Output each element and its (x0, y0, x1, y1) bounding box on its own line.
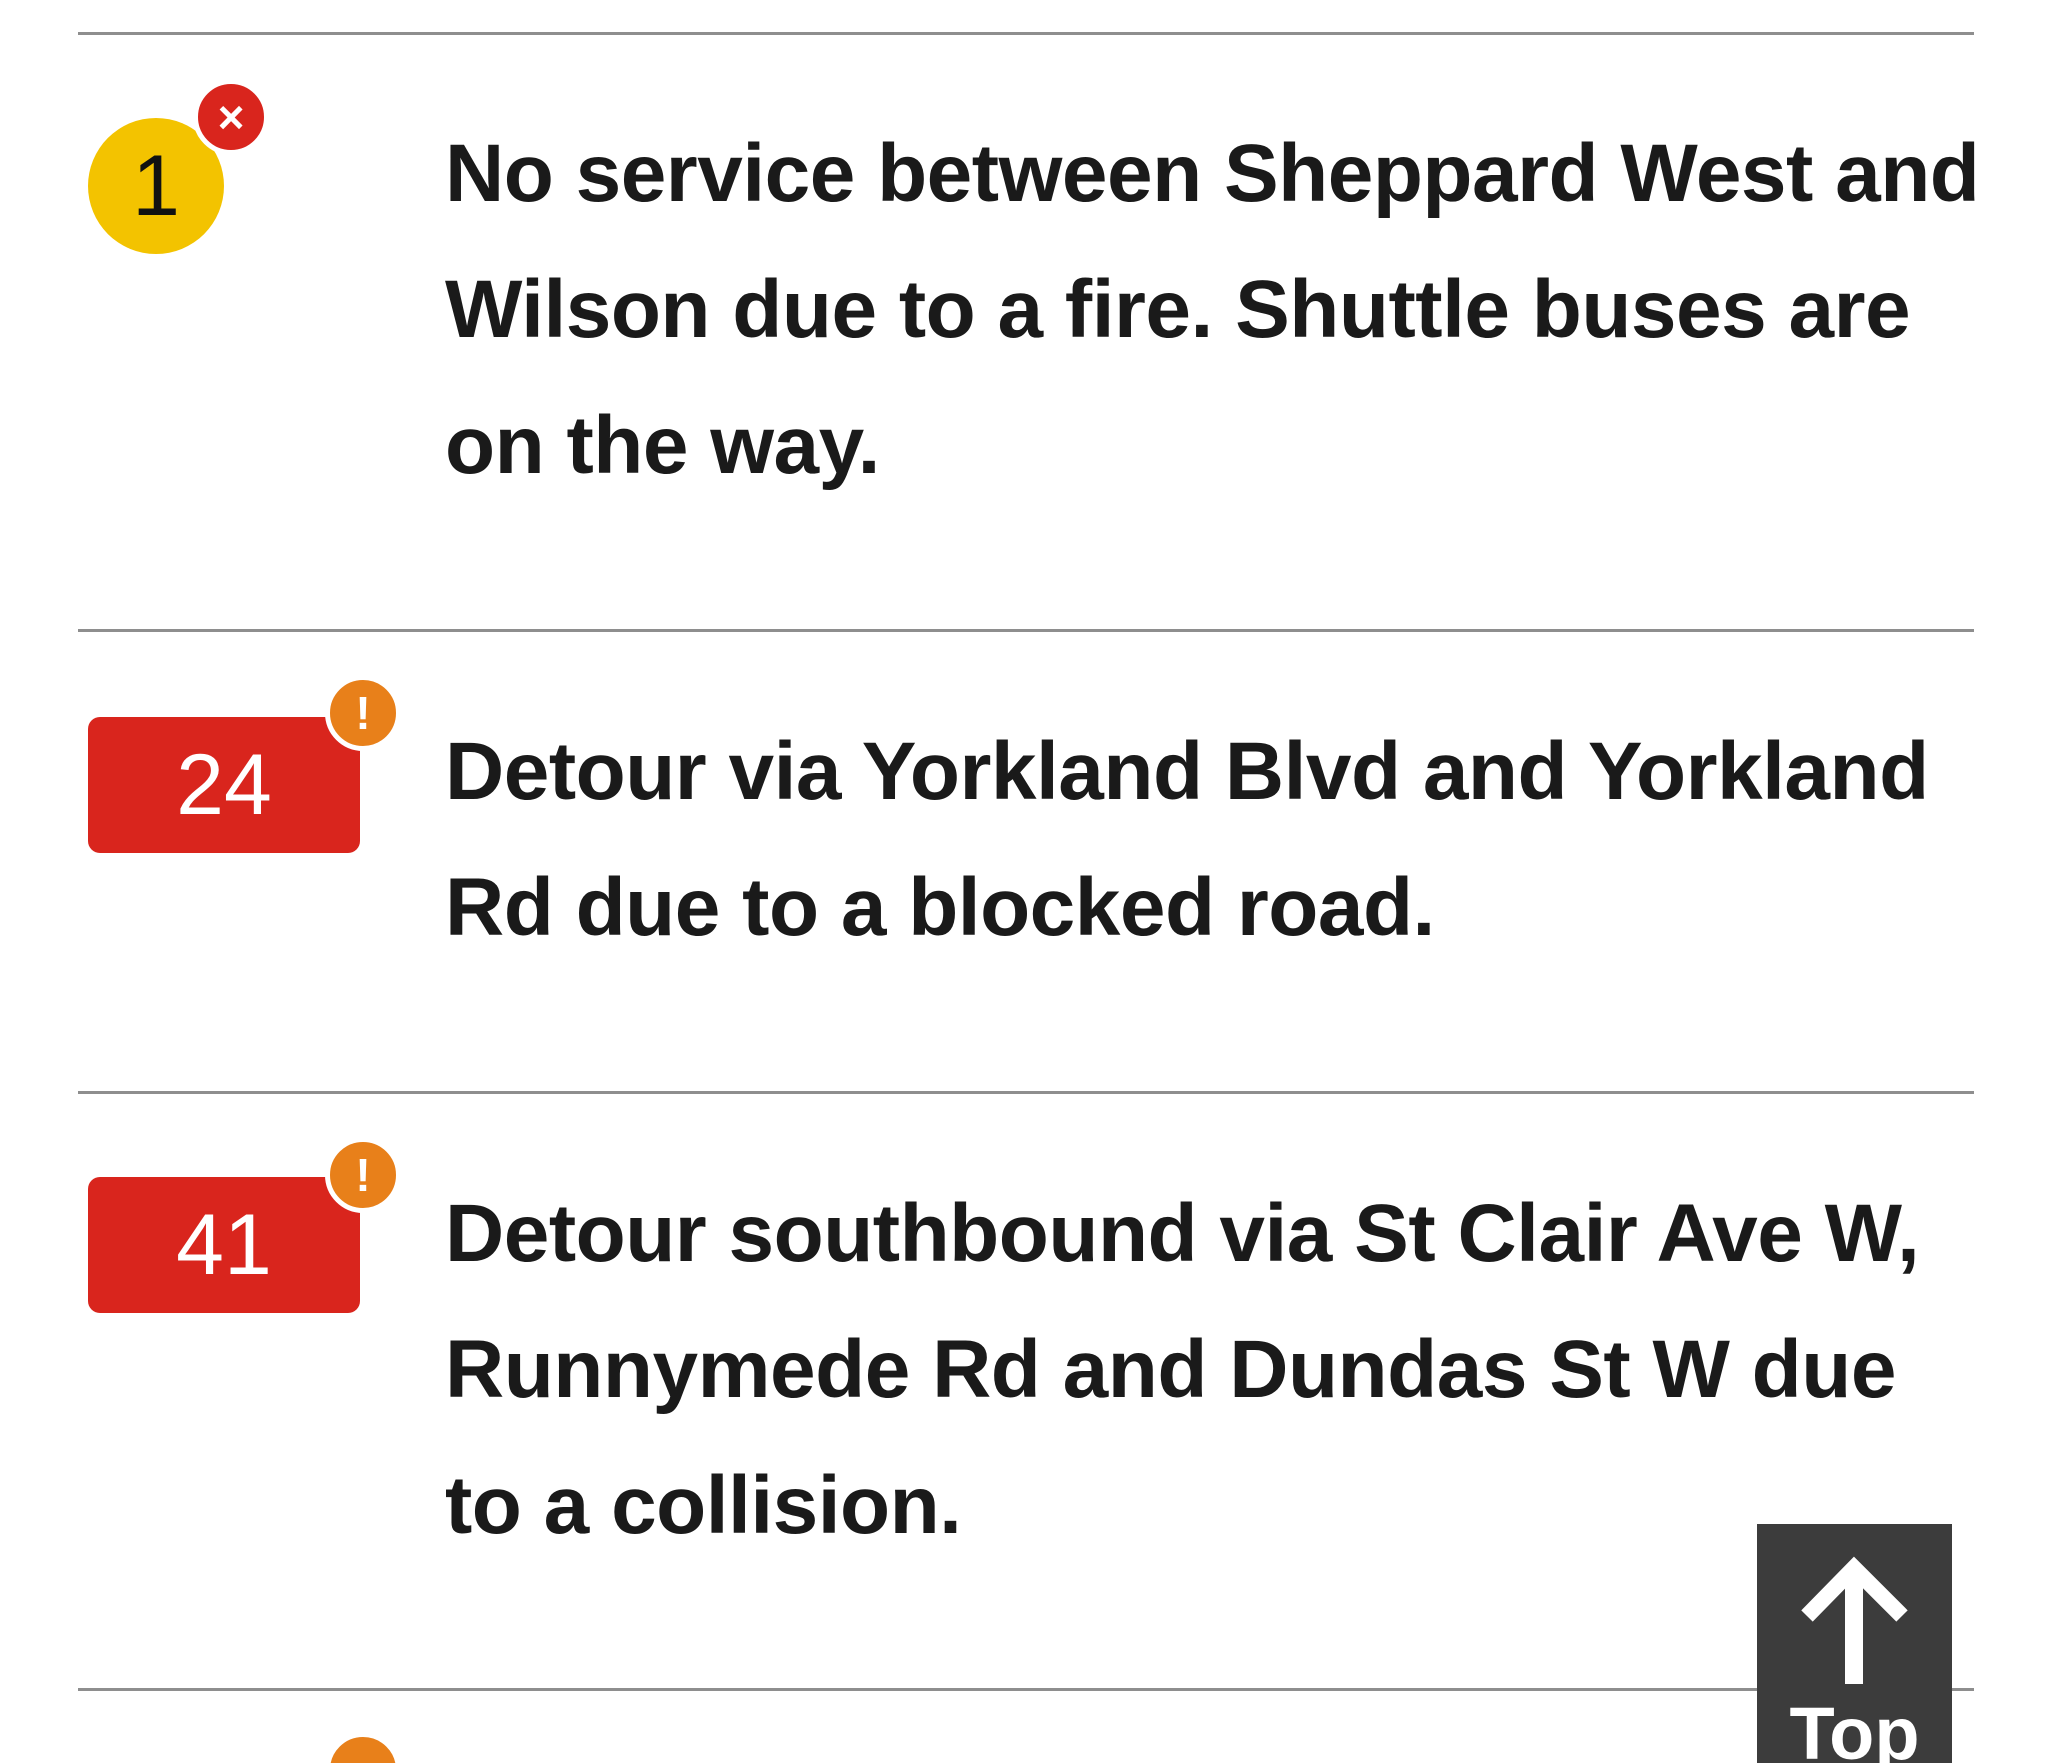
service-alerts-page: 1 × No service between Sheppard West and… (0, 0, 2048, 1763)
alert-message: Detour via Yorkland Blvd and Yorkland Rd… (445, 726, 1929, 953)
route-number: 41 (176, 1197, 272, 1293)
back-to-top-label: Top (1789, 1692, 1920, 1763)
arrow-up-icon (1801, 1556, 1908, 1684)
exclamation-icon (325, 1732, 401, 1763)
close-icon: × (193, 79, 269, 155)
alert-message: Detour southbound via St Clair Ave W, Ru… (445, 1188, 1920, 1551)
alert-message: No service between Sheppard West and Wil… (445, 128, 1980, 491)
back-to-top-button[interactable]: Top (1757, 1524, 1952, 1763)
route-badge-41: 41 (88, 1177, 360, 1313)
route-number: 1 (132, 138, 180, 234)
divider (78, 1688, 1974, 1691)
route-number: 24 (176, 737, 272, 833)
divider (78, 32, 1974, 35)
exclamation-icon: ! (325, 1137, 401, 1213)
divider (78, 629, 1974, 632)
route-badge-24: 24 (88, 717, 360, 853)
exclamation-icon: ! (325, 675, 401, 751)
divider (78, 1091, 1974, 1094)
